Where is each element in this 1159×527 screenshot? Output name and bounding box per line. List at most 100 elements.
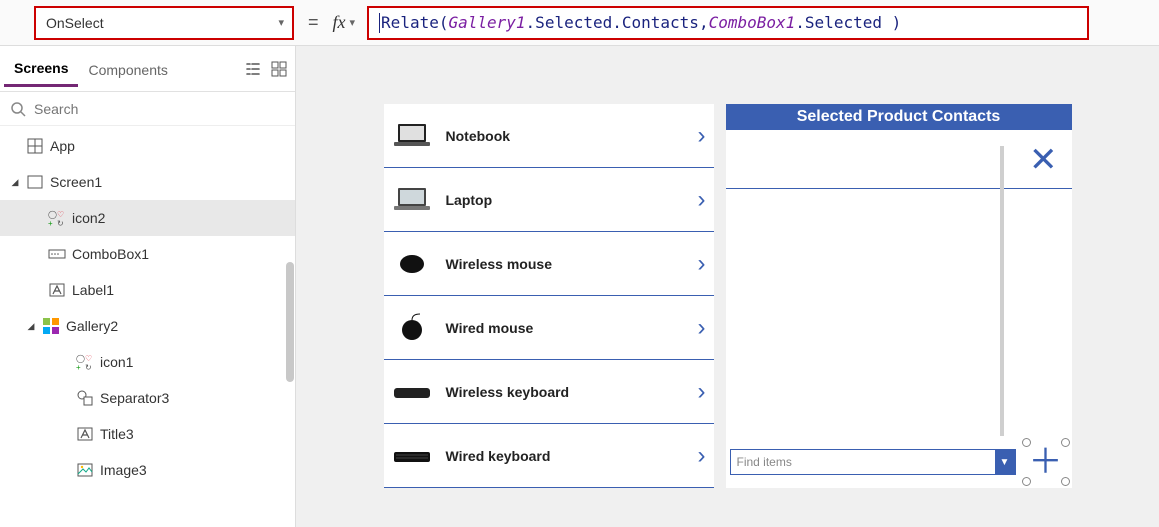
chevron-down-icon: ▾ — [278, 16, 284, 29]
add-icon-selected[interactable]: ＋ — [1024, 440, 1068, 484]
product-name: Notebook — [446, 128, 688, 144]
scrollbar-thumb[interactable] — [286, 262, 294, 382]
gallery-item[interactable]: Wired keyboard › — [384, 424, 714, 488]
svg-text:♡: ♡ — [85, 354, 92, 363]
tree-item-title3[interactable]: Title3 — [0, 416, 295, 452]
formula-token-prop: .Selected.Contacts — [526, 13, 699, 32]
selection-handle[interactable] — [1061, 477, 1070, 486]
tree-view[interactable]: App ◢ Screen1 ◯♡+↻ icon2 ComboB — [0, 126, 295, 527]
tree-item-screen1[interactable]: ◢ Screen1 — [0, 164, 295, 200]
chevron-right-icon[interactable]: › — [698, 378, 706, 406]
tree-label: Image3 — [100, 462, 147, 478]
product-name: Laptop — [446, 192, 688, 208]
tree-tabs: Screens Components — [0, 46, 295, 92]
separator-icon — [76, 389, 94, 407]
svg-text:+: + — [76, 363, 81, 371]
product-name: Wired keyboard — [446, 448, 688, 464]
tree-label: ComboBox1 — [72, 246, 149, 262]
refresh-heart-icon: ◯♡+↻ — [48, 209, 66, 227]
text-cursor — [379, 13, 380, 33]
gallery-item[interactable]: Wireless keyboard › — [384, 360, 714, 424]
product-thumb-wireless-keyboard — [388, 372, 436, 412]
fx-label[interactable]: fx — [333, 12, 346, 33]
app-icon — [26, 137, 44, 155]
gallery-icon — [42, 317, 60, 335]
chevron-right-icon[interactable]: › — [698, 186, 706, 214]
plus-icon: ＋ — [1029, 445, 1063, 479]
chevron-right-icon[interactable]: › — [698, 314, 706, 342]
tree-label: Separator3 — [100, 390, 169, 406]
chevron-right-icon[interactable]: › — [698, 122, 706, 150]
screen-icon — [26, 173, 44, 191]
property-dropdown[interactable]: OnSelect ▾ — [34, 6, 294, 40]
formula-input[interactable]: Relate ( Gallery1 .Selected.Contacts , C… — [367, 6, 1089, 40]
tree-label: App — [50, 138, 75, 154]
gallery-item[interactable]: Wireless mouse › — [384, 232, 714, 296]
contacts-panel: Selected Product Contacts ✕ Find items ▼… — [726, 104, 1072, 488]
svg-text:↻: ↻ — [57, 219, 64, 227]
chevron-right-icon[interactable]: › — [698, 442, 706, 470]
product-thumb-wired-keyboard — [388, 436, 436, 476]
tree-label: Title3 — [100, 426, 134, 442]
gallery-item[interactable]: Wired mouse › — [384, 296, 714, 360]
formula-token-paren: ( — [439, 13, 449, 32]
formula-bar: OnSelect ▾ = fx ▾ Relate ( Gallery1 .Sel… — [0, 0, 1159, 46]
contacts-footer: Find items ▼ ＋ — [726, 436, 1072, 488]
refresh-heart-icon: ◯♡+↻ — [76, 353, 94, 371]
grid-view-icon[interactable] — [271, 61, 287, 77]
tree-item-icon2[interactable]: ◯♡+↻ icon2 — [0, 200, 295, 236]
chevron-down-icon[interactable]: ▼ — [995, 450, 1015, 474]
chevron-right-icon[interactable]: › — [698, 250, 706, 278]
list-view-icon[interactable] — [245, 61, 261, 77]
chevron-down-icon[interactable]: ▾ — [350, 16, 356, 29]
contacts-body — [726, 189, 1072, 436]
property-label: OnSelect — [46, 15, 104, 31]
selection-handle[interactable] — [1022, 477, 1031, 486]
svg-text:↻: ↻ — [85, 363, 92, 371]
tree-label: Gallery2 — [66, 318, 118, 334]
selection-handle[interactable] — [1022, 438, 1031, 447]
gallery-item[interactable]: Laptop › — [384, 168, 714, 232]
svg-text:◯: ◯ — [48, 210, 57, 219]
product-thumb-wireless-mouse — [388, 244, 436, 284]
product-name: Wireless mouse — [446, 256, 688, 272]
search-input[interactable] — [34, 101, 285, 117]
contacts-header: Selected Product Contacts — [726, 104, 1072, 130]
equals-sign: = — [308, 12, 319, 33]
tree-item-gallery2[interactable]: ◢ Gallery2 — [0, 308, 295, 344]
search-icon — [10, 101, 26, 117]
image-icon — [76, 461, 94, 479]
product-name: Wireless keyboard — [446, 384, 688, 400]
product-gallery[interactable]: Notebook › Laptop › Wireless mouse › Wir… — [384, 104, 714, 488]
tree-twisty-expanded[interactable]: ◢ — [26, 321, 36, 332]
combobox-placeholder: Find items — [731, 455, 995, 469]
combobox-icon — [48, 245, 66, 263]
product-thumb-laptop — [388, 180, 436, 220]
tree-item-combobox1[interactable]: ComboBox1 — [0, 236, 295, 272]
tree-item-image3[interactable]: Image3 — [0, 452, 295, 488]
tab-screens[interactable]: Screens — [4, 50, 78, 87]
tree-label: icon1 — [100, 354, 133, 370]
tree-label: Label1 — [72, 282, 114, 298]
find-items-combobox[interactable]: Find items ▼ — [730, 449, 1016, 475]
product-name: Wired mouse — [446, 320, 688, 336]
tree-twisty-expanded[interactable]: ◢ — [10, 177, 20, 188]
tree-item-label1[interactable]: Label1 — [0, 272, 295, 308]
formula-token-function: Relate — [381, 13, 439, 32]
search-row — [0, 92, 295, 126]
tab-components[interactable]: Components — [78, 52, 177, 86]
canvas[interactable]: Notebook › Laptop › Wireless mouse › Wir… — [296, 46, 1159, 527]
gallery-scrollbar[interactable] — [1000, 146, 1004, 436]
svg-text:+: + — [48, 219, 53, 227]
product-thumb-wired-mouse — [388, 308, 436, 348]
tree-item-separator3[interactable]: Separator3 — [0, 380, 295, 416]
tree-item-icon1[interactable]: ◯♡+↻ icon1 — [0, 344, 295, 380]
selection-handle[interactable] — [1061, 438, 1070, 447]
tree-label: icon2 — [72, 210, 105, 226]
product-thumb-notebook — [388, 116, 436, 156]
main-area: Screens Components — [0, 46, 1159, 527]
close-icon[interactable]: ✕ — [1029, 140, 1058, 180]
gallery-item[interactable]: Notebook › — [384, 104, 714, 168]
tree-item-app[interactable]: App — [0, 128, 295, 164]
label-icon — [76, 425, 94, 443]
